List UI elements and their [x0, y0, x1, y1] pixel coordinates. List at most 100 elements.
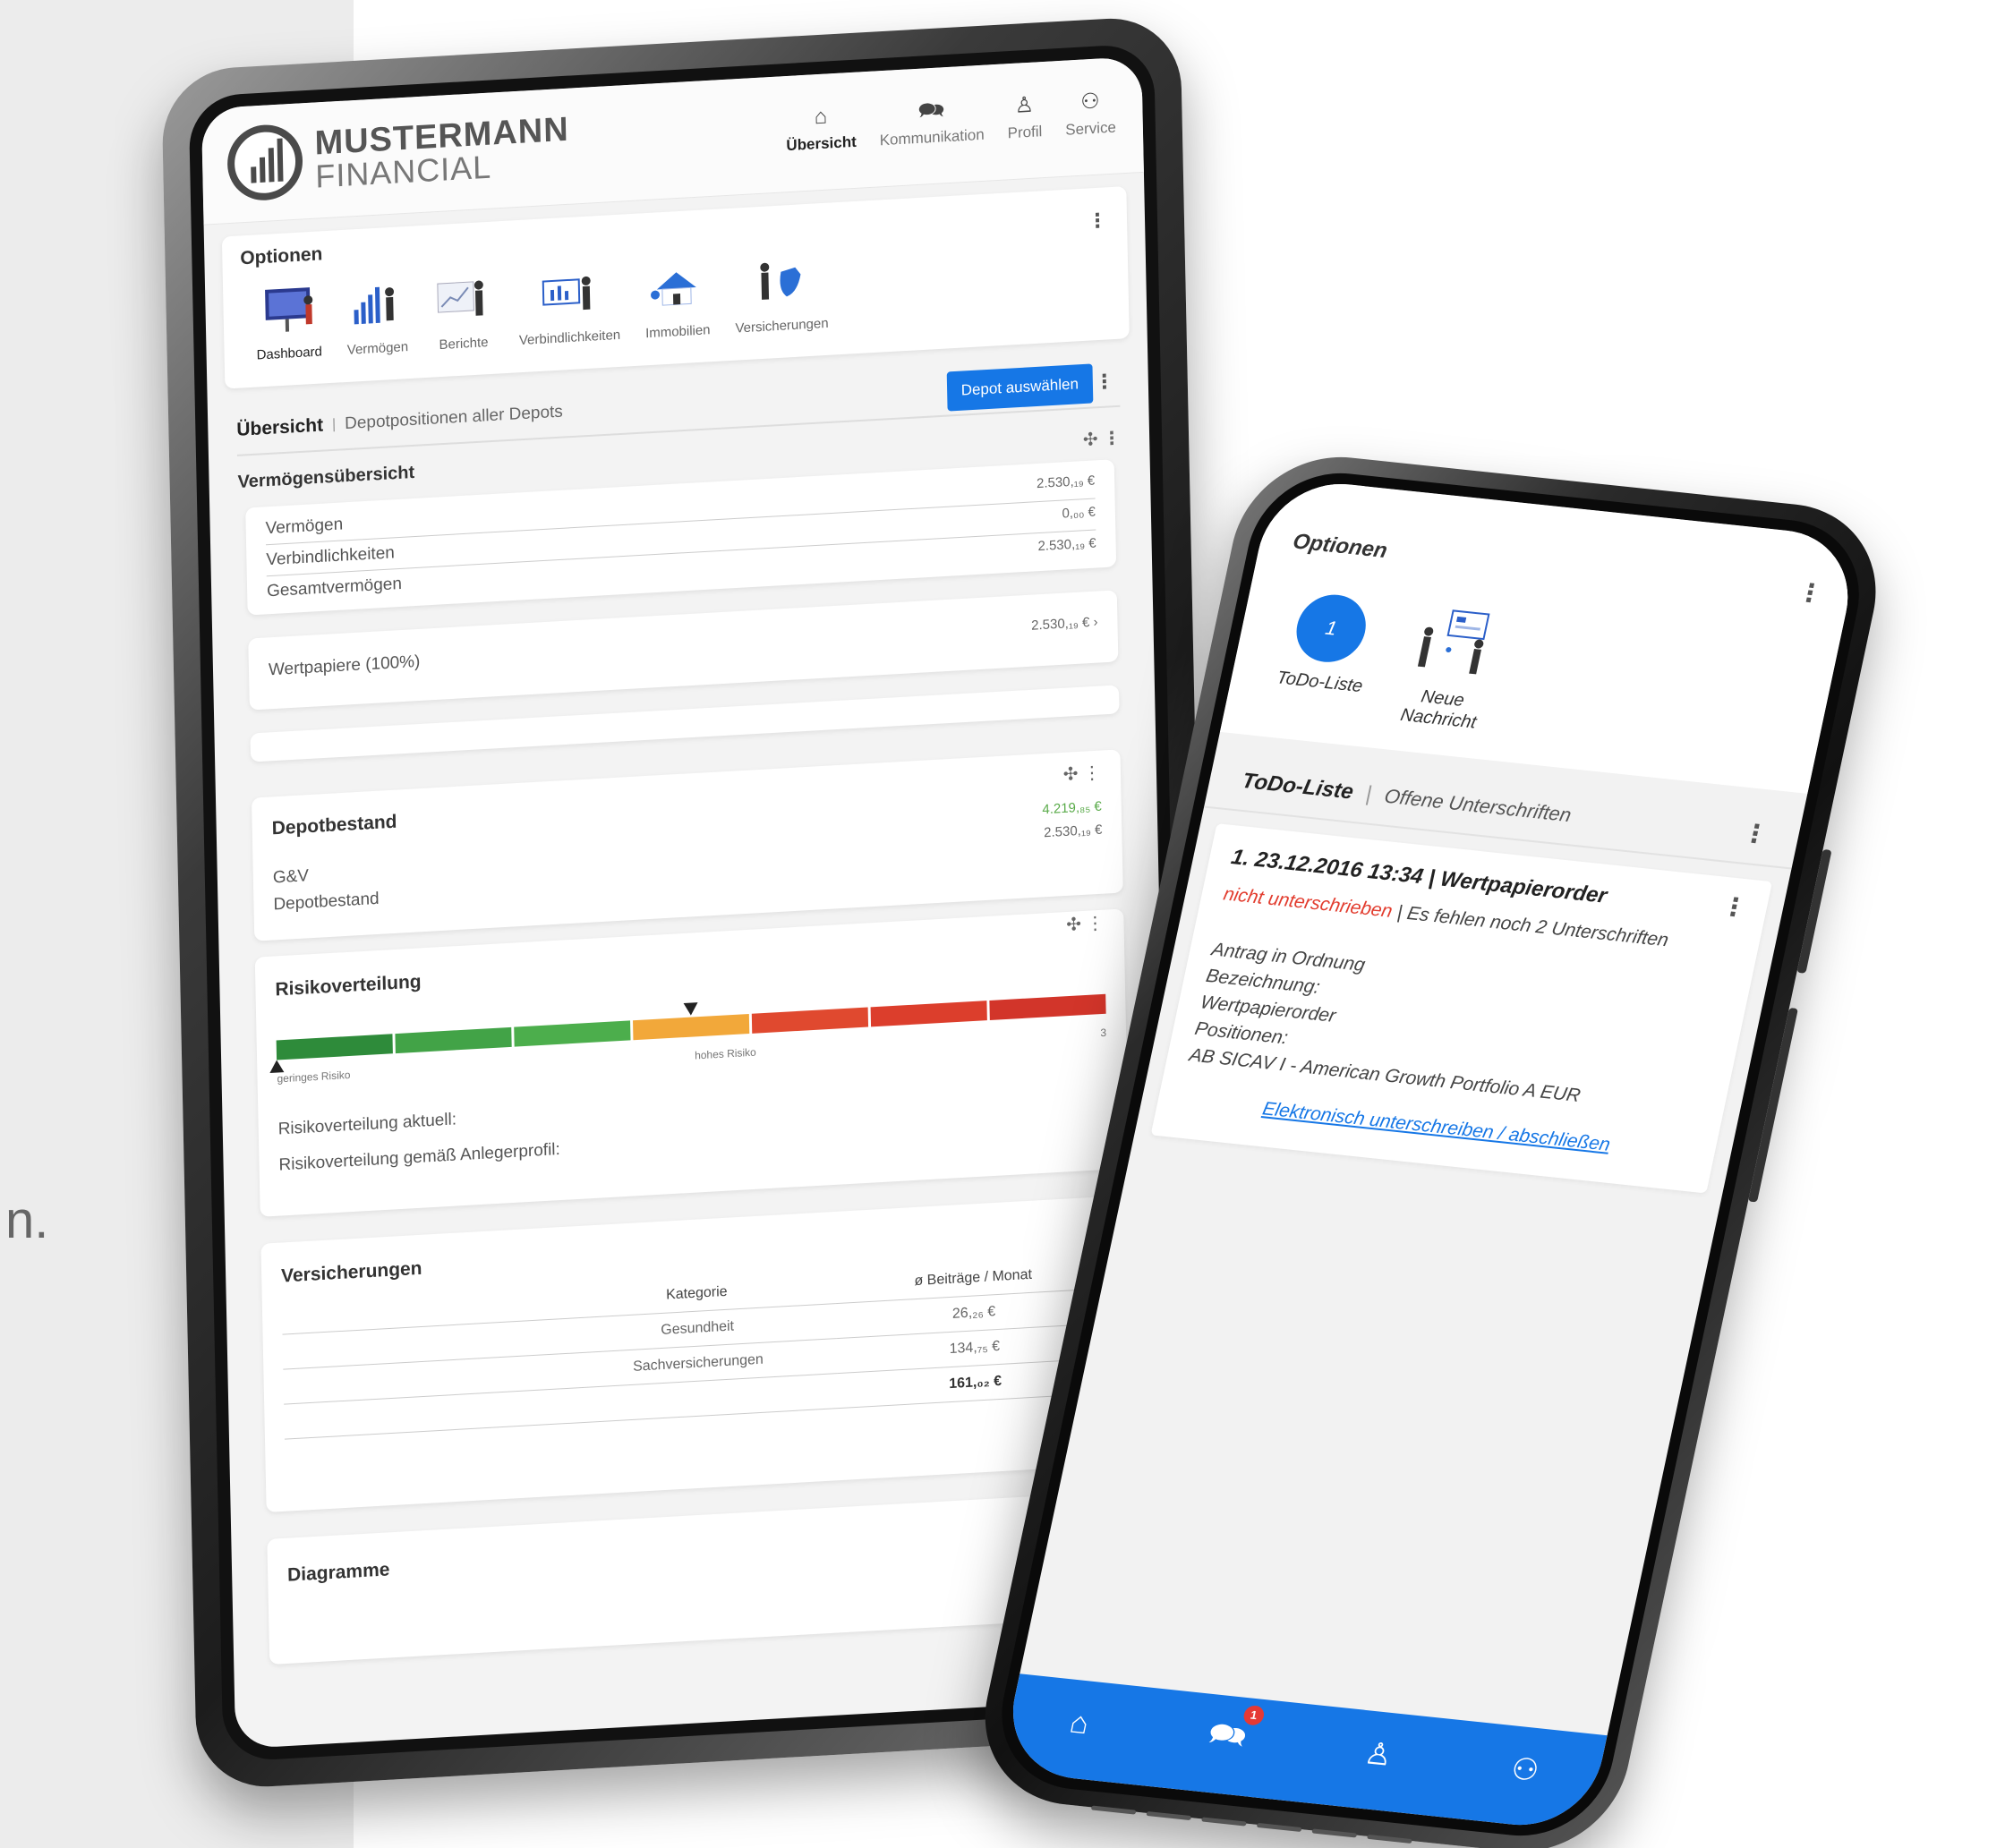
home-icon: ⌂	[1066, 1705, 1093, 1741]
liabilities-icon	[538, 266, 600, 321]
more-menu-icon[interactable]: ⋮	[1095, 370, 1115, 394]
risk-segment	[514, 1020, 631, 1047]
move-and-menu-icons[interactable]: ✣ ⋮	[1066, 912, 1105, 936]
background-text-fragment: n.	[5, 1191, 49, 1249]
more-menu-icon[interactable]: ⋮	[1719, 891, 1750, 923]
logo[interactable]: MUSTERMANN FINANCIAL	[226, 108, 570, 203]
risk-edge-value: 3	[1100, 1026, 1107, 1040]
chat-icon: 🗪	[917, 98, 945, 123]
presentation-icon	[1407, 604, 1502, 683]
move-and-menu-icons[interactable]: ✣ ⋮	[1062, 762, 1102, 786]
risk-segment	[276, 1034, 393, 1060]
option-assets[interactable]: Vermögen	[346, 277, 408, 358]
securities-label: Wertpapiere (100%)	[268, 651, 421, 680]
todo-item-card: ⋮ 1. 23.12.2016 13:34 | Wertpapierorder …	[1150, 823, 1773, 1194]
row-value: 0,₀₀ €	[1062, 504, 1096, 522]
phone-options-title: Optionen	[1291, 529, 1390, 564]
notification-badge: 1	[1241, 1704, 1267, 1726]
risk-segment	[989, 993, 1106, 1020]
overview-subtitle: Depotpositionen aller Depots	[344, 402, 564, 434]
option-label: Vermögen	[346, 339, 409, 358]
insurance-table: Kategorie ø Beiträge / Monat Gesundheit …	[281, 1253, 1114, 1440]
home-icon: ⌂	[814, 104, 828, 130]
row-label: Vermögen	[265, 515, 344, 539]
option-todo-list[interactable]: 1 ToDo-Liste	[1270, 591, 1381, 721]
phone-options-card: Optionen ⋮ 1 ToDo-Liste Neue Nachricht	[1219, 476, 1862, 794]
more-menu-icon[interactable]: ⋮	[1740, 818, 1771, 849]
users-icon: ⚇	[1507, 1751, 1542, 1789]
nav-item-service[interactable]: ⚇ Service	[1064, 89, 1117, 140]
option-label: Versicherungen	[735, 315, 829, 336]
top-nav: ⌂ Übersicht 🗪 Kommunikation ♙ Profil ⚇ S…	[786, 89, 1117, 156]
assets-icon	[346, 277, 407, 332]
risk-card: ✣ ⋮ Risikoverteilung geringes Risiko hoh…	[254, 908, 1130, 1217]
nav-item-communication[interactable]: 🗪 Kommunikation	[879, 98, 985, 150]
option-liabilities[interactable]: Verbindlichkeiten	[517, 265, 620, 348]
logo-icon	[226, 123, 303, 203]
row-label: G&V	[272, 866, 310, 888]
charts-title: Diagramme	[286, 1559, 390, 1586]
nav-item-profile[interactable]: ♙ Profil	[1007, 92, 1043, 142]
user-icon: ♙	[1014, 92, 1035, 118]
todo-count-badge: 1	[1290, 591, 1372, 666]
todo-title: ToDo-Liste	[1240, 769, 1356, 805]
wealth-overview-title: Vermögensübersicht	[237, 462, 415, 492]
options-card: Optionen ⋮ Dashboard Vermögen Berichte V…	[221, 186, 1130, 389]
reports-icon	[431, 272, 493, 328]
risk-segment	[633, 1013, 750, 1041]
nav-item-label: Profil	[1007, 123, 1043, 142]
risk-segment	[870, 1001, 987, 1027]
option-insurance[interactable]: Versicherungen	[734, 253, 829, 336]
tab-messages[interactable]: 🗪 1	[1203, 1704, 1267, 1766]
title-separator: |	[331, 416, 337, 432]
row-value: 2.530,₁₉ €	[1044, 822, 1103, 841]
title-separator: |	[1363, 781, 1375, 806]
tab-service[interactable]: ⚇	[1507, 1751, 1542, 1790]
option-real-estate[interactable]: Immobilien	[644, 260, 711, 342]
row-value: 2.530,₁₉ €	[1036, 473, 1096, 492]
overview-title: Übersicht	[236, 414, 324, 440]
real-estate-icon	[646, 260, 708, 315]
todo-item-details: Antrag in Ordnung Bezeichnung: Wertpapie…	[1187, 937, 1728, 1123]
row-value: 2.530,₁₉ €	[1037, 535, 1096, 555]
row-label: Gesamtvermögen	[266, 574, 403, 601]
depot-green-value: 4.219,₈₅ €	[1042, 798, 1102, 818]
more-menu-icon[interactable]: ⋮	[1795, 577, 1826, 609]
todo-subtitle: Offene Unterschriften	[1382, 784, 1574, 827]
tab-home[interactable]: ⌂	[1066, 1705, 1093, 1742]
chat-icon: 🗪	[1205, 1716, 1250, 1754]
option-reports[interactable]: Berichte	[431, 272, 494, 353]
risk-low-label: geringes Risiko	[277, 1068, 351, 1086]
move-and-menu-icons[interactable]: ✣ ⋮	[1083, 427, 1122, 451]
nav-item-label: Service	[1065, 118, 1117, 139]
dashboard-icon	[258, 282, 320, 337]
risk-segment	[751, 1007, 869, 1034]
user-icon: ♙	[1361, 1736, 1396, 1773]
row-label: Depotbestand	[273, 889, 380, 915]
option-label: Berichte	[439, 335, 489, 353]
select-depot-button[interactable]: Depot auswählen	[946, 363, 1094, 412]
option-label: Verbindlichkeiten	[518, 327, 621, 349]
users-icon: ⚇	[1079, 89, 1100, 115]
insurance-icon	[750, 254, 812, 310]
depot-card: ✣ ⋮ Depotbestand 4.219,₈₅ € G&V 2.530,₁₉…	[251, 749, 1123, 941]
nav-item-label: Kommunikation	[879, 125, 985, 149]
option-label-line-2: Nachricht	[1398, 705, 1479, 733]
securities-value: 2.530,₁₉ € ›	[1031, 614, 1098, 634]
nav-item-overview[interactable]: ⌂ Übersicht	[786, 105, 857, 155]
status-unsigned: nicht unterschrieben	[1221, 883, 1395, 922]
nav-item-label: Übersicht	[786, 132, 857, 155]
risk-current-marker	[683, 1002, 698, 1017]
risk-title: Risikoverteilung	[275, 971, 422, 1001]
row-label: Verbindlichkeiten	[266, 543, 396, 570]
option-dashboard[interactable]: Dashboard	[255, 281, 323, 363]
tab-profile[interactable]: ♙	[1361, 1735, 1396, 1774]
risk-high-label: hohes Risiko	[694, 1045, 756, 1062]
option-label: ToDo-Liste	[1275, 668, 1365, 697]
risk-low-marker	[269, 1060, 285, 1073]
risk-segment	[395, 1026, 512, 1054]
option-label: Dashboard	[256, 344, 323, 363]
option-label: Immobilien	[644, 322, 711, 342]
more-menu-icon[interactable]: ⋮	[1088, 209, 1108, 233]
option-new-message[interactable]: Neue Nachricht	[1396, 604, 1502, 734]
